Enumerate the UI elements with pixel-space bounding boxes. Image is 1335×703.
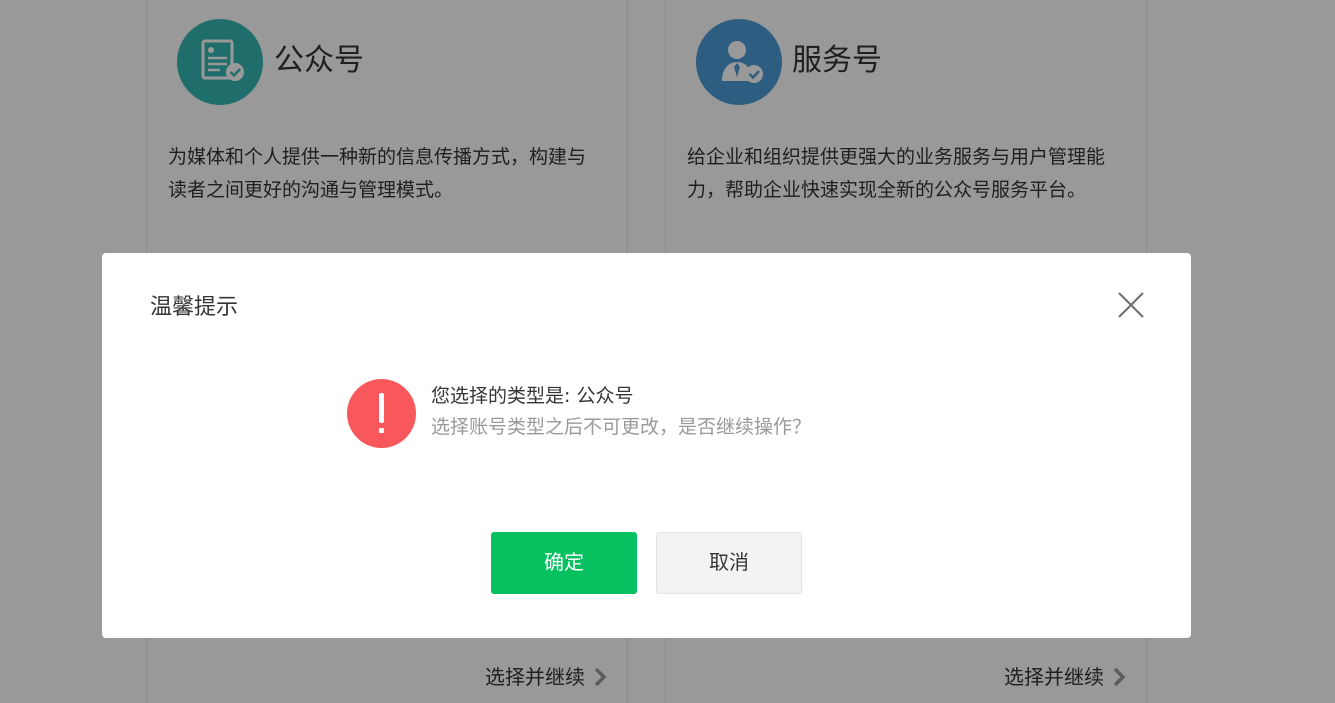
confirm-button[interactable]: 确定 [491, 532, 637, 594]
dialog-sub-message: 选择账号类型之后不可更改，是否继续操作？ [431, 416, 812, 438]
dialog-title: 温馨提示 [150, 295, 239, 320]
confirm-dialog: 温馨提示 您选择的类型是: 公众号 选择账号类型之后不可更改，是否继续操作？ 确… [102, 253, 1191, 638]
account-type-page: 公众号 为媒体和个人提供一种新的信息传播方式，构建与读者之间更好的沟通与管理模式… [0, 0, 1335, 703]
dialog-message: 您选择的类型是: 公众号 [431, 385, 634, 407]
close-icon[interactable] [1116, 290, 1146, 320]
cancel-button[interactable]: 取消 [656, 532, 802, 594]
warning-icon [347, 379, 416, 448]
